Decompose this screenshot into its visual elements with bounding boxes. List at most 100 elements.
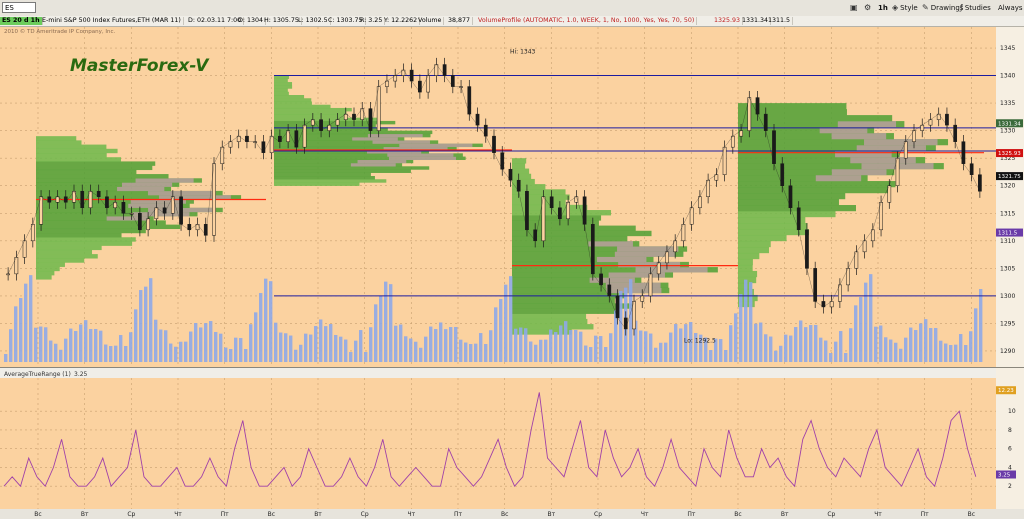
volume-bar: [94, 328, 98, 362]
profile-row: [36, 241, 133, 246]
profile-row: [36, 262, 65, 267]
style-button[interactable]: ◈ Style: [890, 2, 920, 14]
profile-row: [738, 115, 893, 122]
volume-bar: [709, 350, 713, 362]
profile-row: [512, 173, 532, 180]
profile-row: [274, 104, 331, 109]
volume-bar: [969, 331, 973, 362]
volume-bar: [469, 344, 473, 362]
volume-bar: [549, 329, 553, 362]
volume-bar: [349, 352, 353, 362]
candle-body: [6, 273, 10, 276]
price-tick-label: 1340: [1000, 73, 1015, 80]
volume-bar: [754, 323, 758, 362]
profile-row: [36, 153, 107, 158]
volume-bar: [329, 324, 333, 362]
volume-bar: [294, 349, 298, 362]
profile-row: [36, 233, 122, 238]
price-tick-label: 1300: [1000, 293, 1015, 300]
profile-row: [36, 144, 107, 149]
volume-bar: [74, 331, 78, 362]
volume-bar: [959, 334, 963, 362]
atr-tick-label: 6: [1008, 446, 1012, 453]
volume-bar: [314, 326, 318, 362]
interval-button[interactable]: 1h: [876, 2, 890, 14]
volume-bar: [369, 327, 373, 362]
volume-bar: [859, 297, 863, 362]
volume-bar: [639, 330, 643, 362]
style-label: Style: [900, 4, 918, 12]
profile-highlight: [618, 261, 681, 268]
volume-bar: [914, 330, 918, 362]
volume-bar: [659, 342, 663, 362]
volume-bar: [719, 339, 723, 362]
volume-bar: [904, 337, 908, 362]
drawings-icon: ✎: [922, 3, 929, 12]
volume-profile-label[interactable]: VolumeProfile (AUTOMATIC, 1.0, WEEK, 1, …: [476, 17, 698, 25]
profile-highlight: [589, 277, 635, 283]
time-tick-label: Ср: [361, 511, 369, 518]
volume-bar: [99, 330, 103, 362]
time-tick-label: Вт: [781, 511, 789, 518]
profile-row: [274, 176, 375, 180]
profile-highlight: [856, 145, 926, 152]
volume-bar: [339, 336, 343, 362]
volume-bar: [209, 321, 213, 362]
profile-highlight: [135, 178, 194, 183]
studies-button[interactable]: ƒ Studies: [958, 2, 993, 14]
watermark-text: MasterForex-V: [70, 56, 210, 76]
chart-area[interactable]: Вс Вт Ср Чт Пт Вс Вт Ср Чт Пт Вс Вт Ср Чт Пт Вс Вт Ср Чт Пт…: [0, 27, 1024, 519]
settings-icon[interactable]: ⚙: [862, 2, 875, 14]
symbol-input[interactable]: ES: [2, 2, 36, 13]
volume-bar: [669, 332, 673, 362]
volume-bar: [584, 345, 588, 362]
volume-bar: [609, 333, 613, 362]
volume-bar: [759, 322, 763, 362]
volume-bar: [64, 338, 68, 362]
volume-bar: [214, 331, 218, 362]
volume-bar: [934, 327, 938, 362]
volume-bar: [649, 333, 653, 362]
volume-bar: [259, 293, 263, 362]
volume-bar: [864, 282, 868, 362]
atr-study-label[interactable]: AverageTrueRange (1): [4, 371, 71, 378]
atr-header: [0, 368, 996, 378]
volume-bar: [799, 320, 803, 362]
price-badge-text: 1325.93: [998, 151, 1021, 157]
volume-bar: [794, 327, 798, 362]
profile-row: [274, 124, 376, 128]
volume-bar: [619, 291, 623, 362]
volume-bar: [124, 346, 128, 362]
volume-bar: [34, 327, 38, 362]
profile-row: [36, 165, 153, 171]
profile-row: [738, 270, 758, 278]
always-on-top-button[interactable]: Always o: [996, 2, 1024, 14]
volume-bar: [164, 330, 168, 362]
profile-row: [738, 109, 847, 116]
profile-row: [274, 82, 293, 86]
chart-id[interactable]: ES 20 d 1h: [0, 17, 43, 25]
volume-bar: [459, 339, 463, 362]
window-icon[interactable]: ▣: [848, 2, 862, 14]
volume-bar: [24, 283, 28, 362]
profile-row: [512, 163, 526, 169]
volume-bar: [589, 347, 593, 362]
profile-highlight: [121, 182, 173, 187]
price-tick-label: 1290: [1000, 348, 1015, 355]
volume-bar: [224, 347, 228, 362]
volume-bar: [944, 343, 948, 362]
volume-bar: [159, 329, 163, 362]
profile-row: [36, 148, 118, 154]
time-tick-label: Вс: [268, 511, 275, 518]
volume-bar: [424, 336, 428, 362]
price-tick-label: 1330: [1000, 128, 1015, 135]
price-tick-label: 1305: [1000, 265, 1015, 272]
volume-bar: [54, 343, 58, 362]
volume-bar: [734, 313, 738, 362]
atr-study-value: 3.25: [74, 371, 88, 378]
volume-bar: [729, 325, 733, 362]
volume-bar: [219, 333, 223, 362]
atr-tick-label: 4: [1008, 464, 1012, 471]
volume-bar: [434, 329, 438, 362]
volume-bar: [39, 326, 43, 362]
